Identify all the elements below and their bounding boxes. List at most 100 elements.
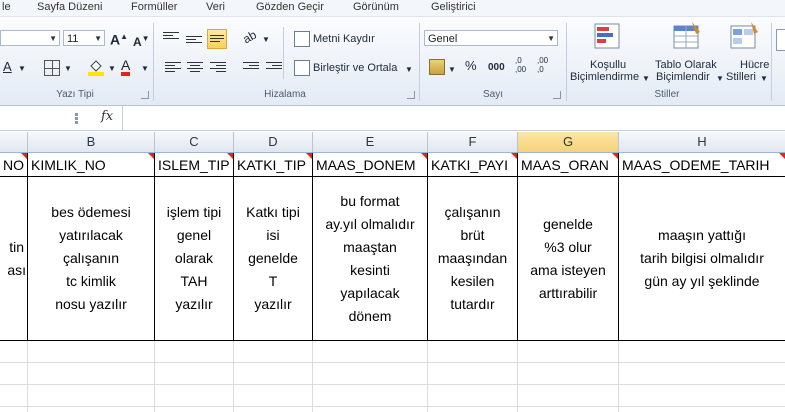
underline-button[interactable]: A [3, 60, 12, 74]
desc-cell[interactable]: tin ası [0, 177, 28, 341]
comment-marker-icon [227, 153, 233, 159]
fill-color-icon[interactable] [88, 58, 104, 76]
chevron-down-icon[interactable]: ▼ [18, 62, 26, 76]
currency-icon[interactable] [429, 59, 445, 75]
header-cell[interactable]: MAAS_ORAN [518, 153, 619, 177]
borders-icon[interactable] [44, 60, 60, 76]
header-text: KATKI_PAYI [431, 157, 509, 173]
column-header-e[interactable]: E [313, 132, 428, 152]
wrap-text-icon[interactable] [294, 31, 310, 47]
desc-cell[interactable]: bu format ay.yıl olmalıdır maaştan kesinti y… [313, 177, 428, 341]
chevron-down-icon[interactable]: ▼ [64, 62, 72, 76]
desc-text: Katkı tipi isi genelde Tyazılır [246, 201, 300, 316]
gridline [0, 406, 785, 407]
header-cell[interactable]: KIMLIK_NO [28, 153, 155, 177]
header-cell[interactable]: NO [0, 153, 28, 177]
column-header-h[interactable]: H [619, 132, 785, 152]
desc-cell[interactable]: işlem tipi genel olarak TAH yazılır [155, 177, 234, 341]
font-color-button[interactable]: A [121, 58, 131, 76]
header-cell[interactable]: ISLEM_TIP [155, 153, 234, 177]
align-right-icon[interactable] [210, 60, 226, 76]
orientation-icon[interactable]: ab [240, 28, 259, 47]
tab-veri[interactable]: Veri [206, 0, 225, 15]
align-middle-icon[interactable] [186, 34, 202, 50]
chevron-down-icon[interactable]: ▼ [141, 62, 149, 76]
desc-line: TAH [180, 273, 208, 289]
desc-line: işlem tipi [166, 204, 222, 220]
comma-style-button[interactable]: 000 [488, 61, 505, 75]
align-left-icon[interactable] [165, 60, 181, 76]
chevron-down-icon: ▼ [547, 34, 555, 43]
column-header-g[interactable]: G [518, 132, 619, 152]
merge-center-icon[interactable] [294, 60, 310, 76]
cell-styles-label2[interactable]: Stilleri [726, 70, 756, 84]
fx-icon[interactable]: fx [101, 109, 113, 124]
desc-line: çalışanın [62, 250, 120, 266]
desc-line: Katkı tipi [246, 204, 300, 220]
percent-button[interactable]: % [465, 59, 477, 73]
header-cell[interactable]: KATKI_PAYI [428, 153, 518, 177]
desc-line: tarih bilgisi olmalıdır [640, 250, 764, 266]
chevron-down-icon[interactable]: ▼ [448, 63, 456, 77]
grow-font-button[interactable]: A▲ [110, 30, 128, 47]
gridline [233, 341, 234, 412]
column-header-a[interactable] [0, 132, 28, 152]
conditional-format-icon[interactable] [593, 22, 623, 52]
cell-styles-icon[interactable] [729, 22, 759, 52]
column-header-c[interactable]: C [155, 132, 234, 152]
header-cell[interactable]: KATKI_TIP [234, 153, 313, 177]
gridline [0, 362, 785, 363]
desc-cell[interactable]: Katkı tipi isi genelde Tyazılır [234, 177, 313, 341]
chevron-down-icon[interactable]: ▼ [108, 62, 116, 76]
dialog-launcher-icon[interactable] [553, 91, 561, 99]
formula-input[interactable] [122, 106, 785, 130]
ribbon-tab-bar: le Sayfa Düzeni Formüller Veri Gözden Ge… [0, 0, 785, 17]
dialog-launcher-icon[interactable] [407, 91, 415, 99]
chevron-down-icon[interactable]: ▼ [716, 72, 724, 86]
align-bottom-icon[interactable] [207, 29, 227, 49]
dialog-launcher-icon[interactable] [141, 91, 149, 99]
chevron-down-icon[interactable]: ▼ [262, 33, 270, 47]
tab-home-partial[interactable]: le [2, 0, 11, 15]
decrease-indent-icon[interactable] [243, 60, 259, 76]
column-header-b[interactable]: B [28, 132, 155, 152]
tab-gelistirici[interactable]: Geliştirici [431, 0, 476, 15]
column-header-f[interactable]: F [428, 132, 518, 152]
desc-line: nosu yazılır [55, 296, 127, 312]
increase-indent-icon[interactable] [266, 60, 282, 76]
desc-cell[interactable]: genelde %3 olur ama isteyen arttırabilir [518, 177, 619, 341]
header-cell[interactable]: MAAS_ODEME_TARIH [619, 153, 785, 177]
desc-cell[interactable]: çalışanın brüt maaşından kesilen tutardır [428, 177, 518, 341]
align-top-icon[interactable] [163, 30, 179, 46]
increase-decimal-button[interactable]: ,0 ,00 [515, 56, 526, 74]
wrap-text-button[interactable]: Metni Kaydır [313, 32, 375, 46]
gridline [27, 341, 28, 412]
font-size-combo[interactable]: 11 ▼ [63, 30, 105, 46]
decrease-decimal-button[interactable]: ,00 ,0 [537, 56, 548, 74]
chevron-down-icon[interactable]: ▼ [760, 72, 768, 86]
tab-gozden-gecir[interactable]: Gözden Geçir [256, 0, 324, 15]
shrink-font-button[interactable]: A▼ [133, 32, 150, 49]
chevron-down-icon[interactable]: ▼ [642, 72, 650, 86]
header-cell[interactable]: MAAS_DONEM [313, 153, 428, 177]
font-name-combo[interactable]: ▼ [0, 30, 60, 46]
conditional-format-label2[interactable]: Biçimlendirme [570, 70, 639, 84]
desc-line: yapılacak [340, 284, 400, 301]
desc-cell[interactable]: bes ödemesi yatırılacak çalışanın tc kimlik… [28, 177, 155, 341]
number-format-combo[interactable]: Genel ▼ [424, 30, 558, 46]
tab-formuller[interactable]: Formüller [131, 0, 177, 15]
chevron-down-icon[interactable]: ▼ [405, 63, 413, 77]
resize-handle-icon[interactable] [75, 113, 78, 116]
formula-bar: fx [0, 106, 785, 131]
tab-sayfa-duzeni[interactable]: Sayfa Düzeni [37, 0, 102, 15]
merge-center-button[interactable]: Birleştir ve Ortala [313, 61, 397, 75]
name-box[interactable] [0, 106, 65, 130]
format-as-table-icon[interactable] [672, 22, 702, 52]
desc-line: bu format [340, 192, 400, 209]
align-center-icon[interactable] [187, 60, 203, 76]
column-header-d[interactable]: D [234, 132, 313, 152]
desc-cell[interactable]: maaşın yattığı tarih bilgisi olmalıdır gün… [619, 177, 785, 341]
tab-gorunum[interactable]: Görünüm [353, 0, 399, 15]
format-as-table-label2[interactable]: Biçimlendir [656, 70, 710, 84]
insert-cells-icon[interactable] [776, 29, 785, 51]
